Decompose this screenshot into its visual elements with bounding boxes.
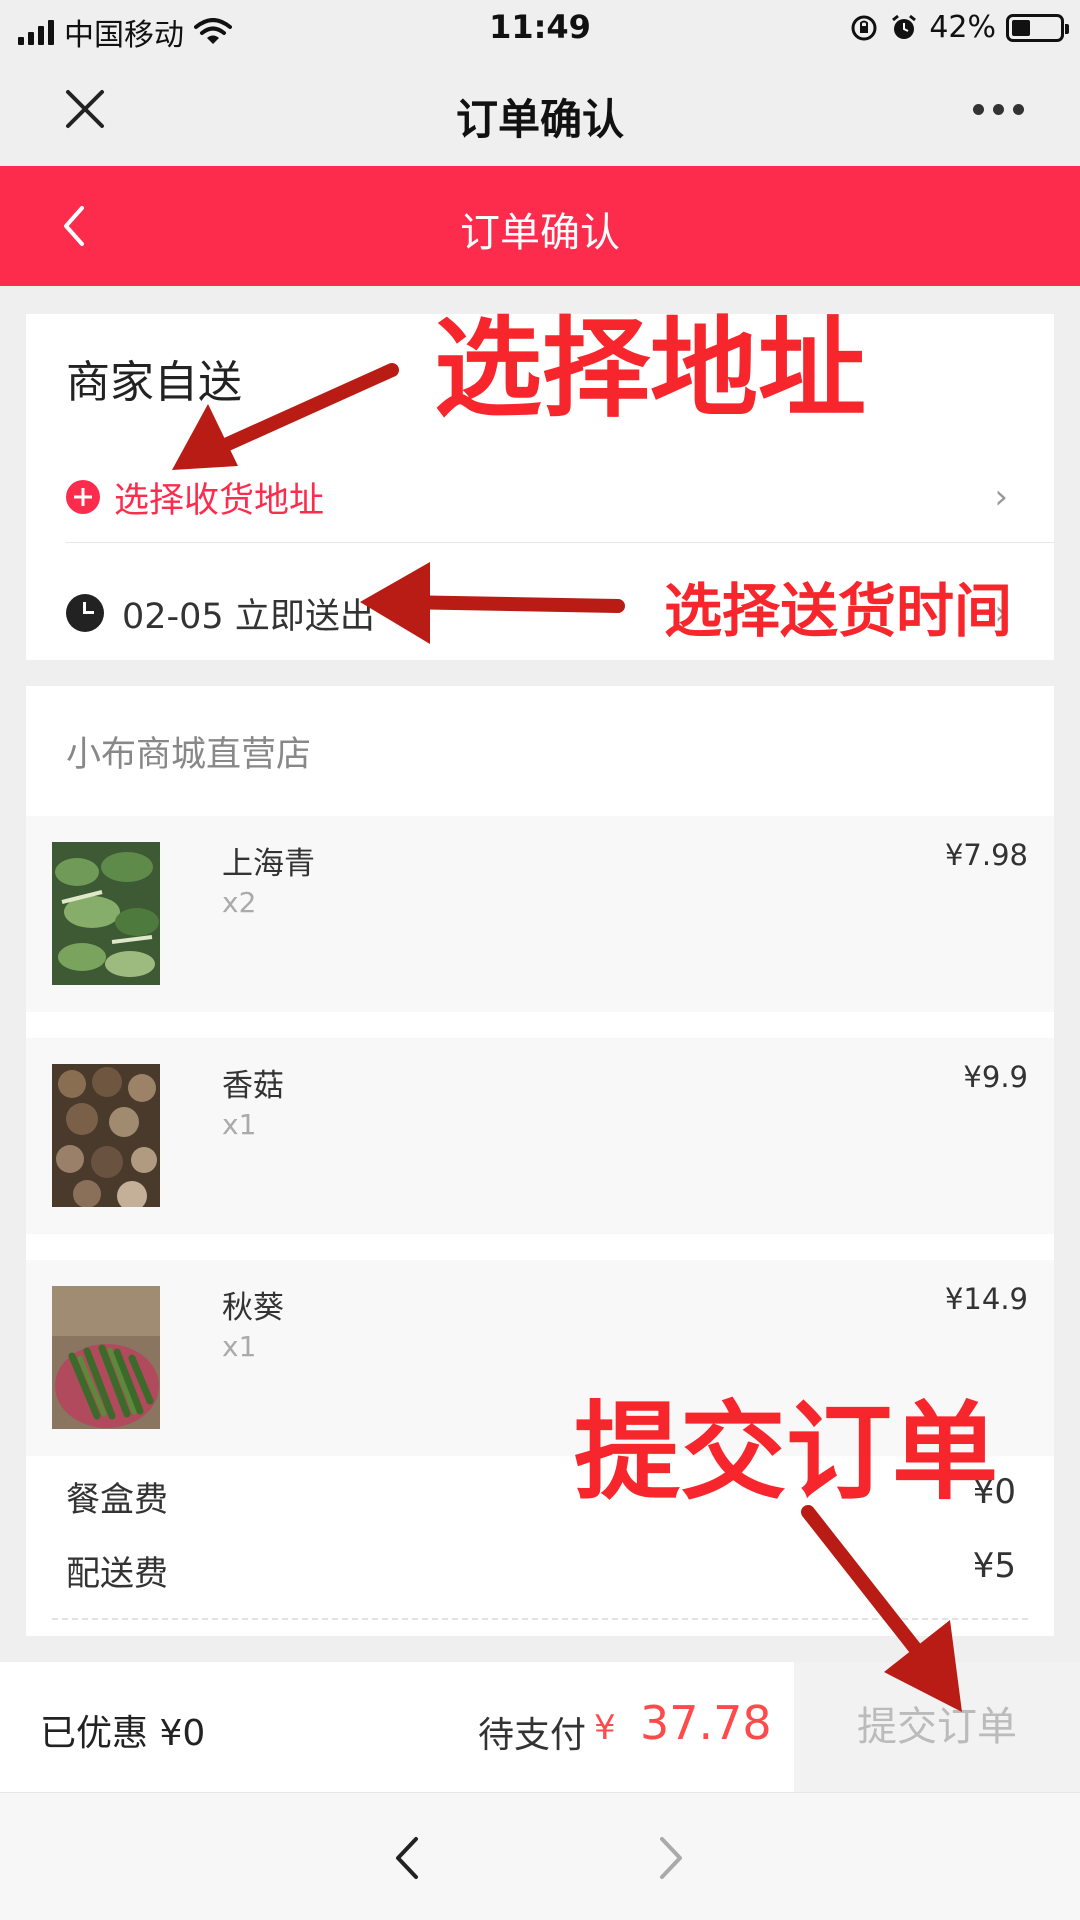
to-pay-currency: ¥ (594, 1708, 616, 1748)
page-title: 订单确认 (460, 210, 620, 256)
battery-percent: 42% (929, 10, 996, 45)
annotation-select-address: 选择地址 (434, 307, 867, 432)
fee-value: ¥5 (972, 1546, 1016, 1586)
item-quantity: x1 (222, 1330, 257, 1363)
item-price: ¥9.9 (963, 1060, 1028, 1094)
fee-label: 配送费 (66, 1554, 168, 1594)
nav-forward-icon[interactable] (654, 1833, 688, 1883)
alarm-icon (892, 14, 917, 39)
annotation-select-time: 选择送货时间 (664, 577, 1013, 645)
nav-back-icon[interactable] (390, 1833, 424, 1883)
item-quantity: x2 (222, 886, 257, 919)
dashed-divider (52, 1618, 1028, 1620)
orientation-lock-icon (851, 15, 877, 40)
chevron-right-icon: › (994, 477, 1008, 517)
select-address-label: 选择收货地址 (114, 480, 325, 521)
item-quantity: x1 (222, 1108, 257, 1141)
to-pay-label: 待支付 (478, 1715, 587, 1756)
to-pay-amount: 37.78 (640, 1696, 772, 1750)
page-header: 订单确认 (0, 166, 1080, 286)
battery-icon (1006, 13, 1069, 42)
order-item: 香菇 x1 ¥9.9 (26, 1038, 1054, 1234)
product-image (52, 1286, 160, 1429)
product-image (52, 842, 160, 985)
mini-program-bar: 订单确认 (0, 56, 1080, 166)
product-image (52, 1064, 160, 1207)
submit-order-button[interactable]: 提交订单 (794, 1662, 1080, 1792)
annotation-submit-order: 提交订单 (574, 1391, 998, 1514)
delivery-method-title: 商家自送 (66, 357, 242, 408)
mini-program-title: 订单确认 (455, 95, 624, 144)
item-name: 香菇 (222, 1068, 284, 1104)
add-icon (66, 480, 100, 514)
delivery-time-label: 02-05 立即送出 (122, 596, 375, 637)
divider (66, 542, 1054, 543)
fee-label: 餐盒费 (66, 1480, 168, 1520)
status-bar: 中国移动 11:49 42% (0, 0, 1080, 56)
more-icon[interactable] (973, 104, 1024, 115)
clock-icon (66, 594, 104, 632)
item-price: ¥14.9 (944, 1282, 1028, 1316)
discount-label: 已优惠 ¥0 (40, 1713, 206, 1754)
checkout-bar: 已优惠 ¥0 待支付 ¥ 37.78 提交订单 (0, 1662, 1080, 1792)
select-address-row[interactable]: 选择收货地址 › (66, 462, 1036, 532)
item-name: 上海青 (222, 846, 315, 882)
item-price: ¥7.98 (944, 838, 1028, 872)
fee-row: 配送费 ¥5 (66, 1546, 1016, 1595)
item-name: 秋葵 (222, 1290, 284, 1326)
store-name: 小布商城直营店 (66, 735, 312, 775)
browser-nav-bar (0, 1792, 1080, 1920)
status-right: 42% (849, 10, 1069, 45)
order-item: 上海青 x2 ¥7.98 (26, 816, 1054, 1012)
